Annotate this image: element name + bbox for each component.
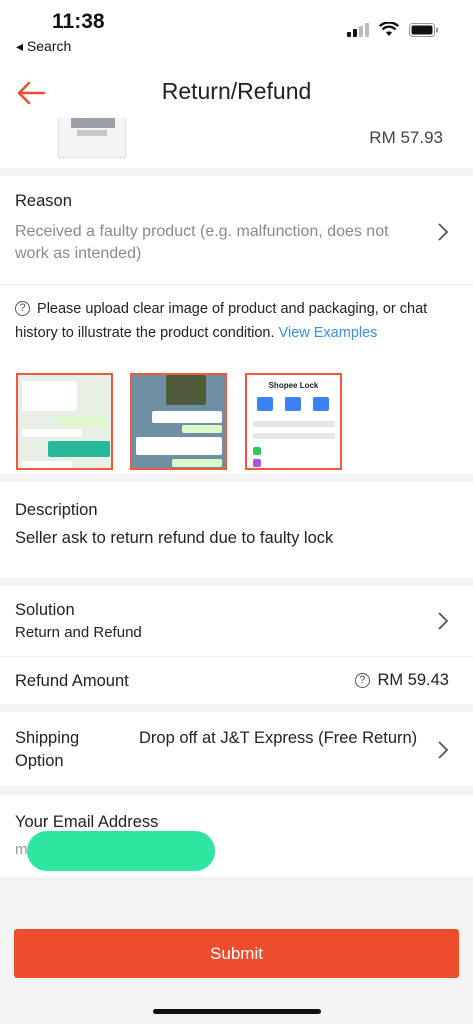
refund-amount-row: Refund Amount ? RM 59.43 — [0, 656, 473, 704]
evidence-section: ? Please upload clear image of product a… — [0, 284, 473, 474]
evidence-image-2[interactable] — [130, 373, 227, 470]
view-examples-link[interactable]: View Examples — [279, 325, 378, 341]
email-field[interactable]: m — [15, 841, 28, 858]
evidence-image-1[interactable] — [16, 373, 113, 470]
cellular-signal-icon — [347, 22, 369, 37]
evidence-image-3[interactable]: Shopee Lock — [245, 373, 342, 470]
reason-value: Received a faulty product (e.g. malfunct… — [15, 223, 389, 262]
reason-row[interactable]: Reason Received a faulty product (e.g. m… — [0, 176, 473, 284]
chevron-right-icon — [438, 741, 449, 759]
solution-label: Solution — [15, 601, 75, 619]
submit-button[interactable]: Submit — [14, 929, 459, 978]
product-summary: RM 57.93 — [0, 118, 473, 168]
solution-row[interactable]: Solution Return and Refund — [0, 586, 473, 656]
back-to-search-link[interactable]: ◂ Search — [16, 38, 71, 55]
description-section: Description Seller ask to return refund … — [0, 482, 473, 578]
redaction-overlay — [27, 831, 215, 871]
email-label: Your Email Address — [15, 813, 159, 831]
reason-label: Reason — [15, 192, 72, 210]
product-price: RM 57.93 — [369, 128, 443, 147]
chevron-right-icon — [438, 223, 449, 241]
header: Return/Refund — [0, 66, 473, 124]
product-thumbnail — [58, 118, 126, 158]
solution-value: Return and Refund — [15, 624, 142, 641]
wifi-icon — [379, 22, 399, 36]
help-icon[interactable]: ? — [354, 673, 370, 688]
shipping-option-label: Shipping Option — [15, 729, 80, 770]
status-bar: 11:38 ◂ Search — [0, 0, 473, 66]
upload-instructions: ? Please upload clear image of product a… — [15, 297, 455, 345]
status-time: 11:38 — [52, 10, 105, 33]
shipping-option-row[interactable]: Shipping Option Drop off at J&T Express … — [0, 712, 473, 786]
refund-amount-label: Refund Amount — [15, 672, 129, 690]
shipping-option-value: Drop off at J&T Express (Free Return) — [139, 729, 418, 747]
description-label: Description — [15, 501, 98, 519]
refund-amount-value: ? RM 59.43 — [354, 671, 449, 690]
shopee-lock-caption: Shopee Lock — [268, 381, 319, 390]
page-title: Return/Refund — [161, 78, 312, 104]
description-input[interactable]: Seller ask to return refund due to fault… — [15, 529, 333, 548]
email-section: Your Email Address m — [0, 795, 473, 877]
battery-icon — [409, 22, 438, 37]
chevron-right-icon — [438, 612, 449, 630]
refund-amount-text: RM 59.43 — [377, 671, 449, 689]
help-icon: ? — [15, 301, 30, 316]
status-icons — [347, 22, 439, 37]
home-indicator — [153, 1009, 321, 1014]
